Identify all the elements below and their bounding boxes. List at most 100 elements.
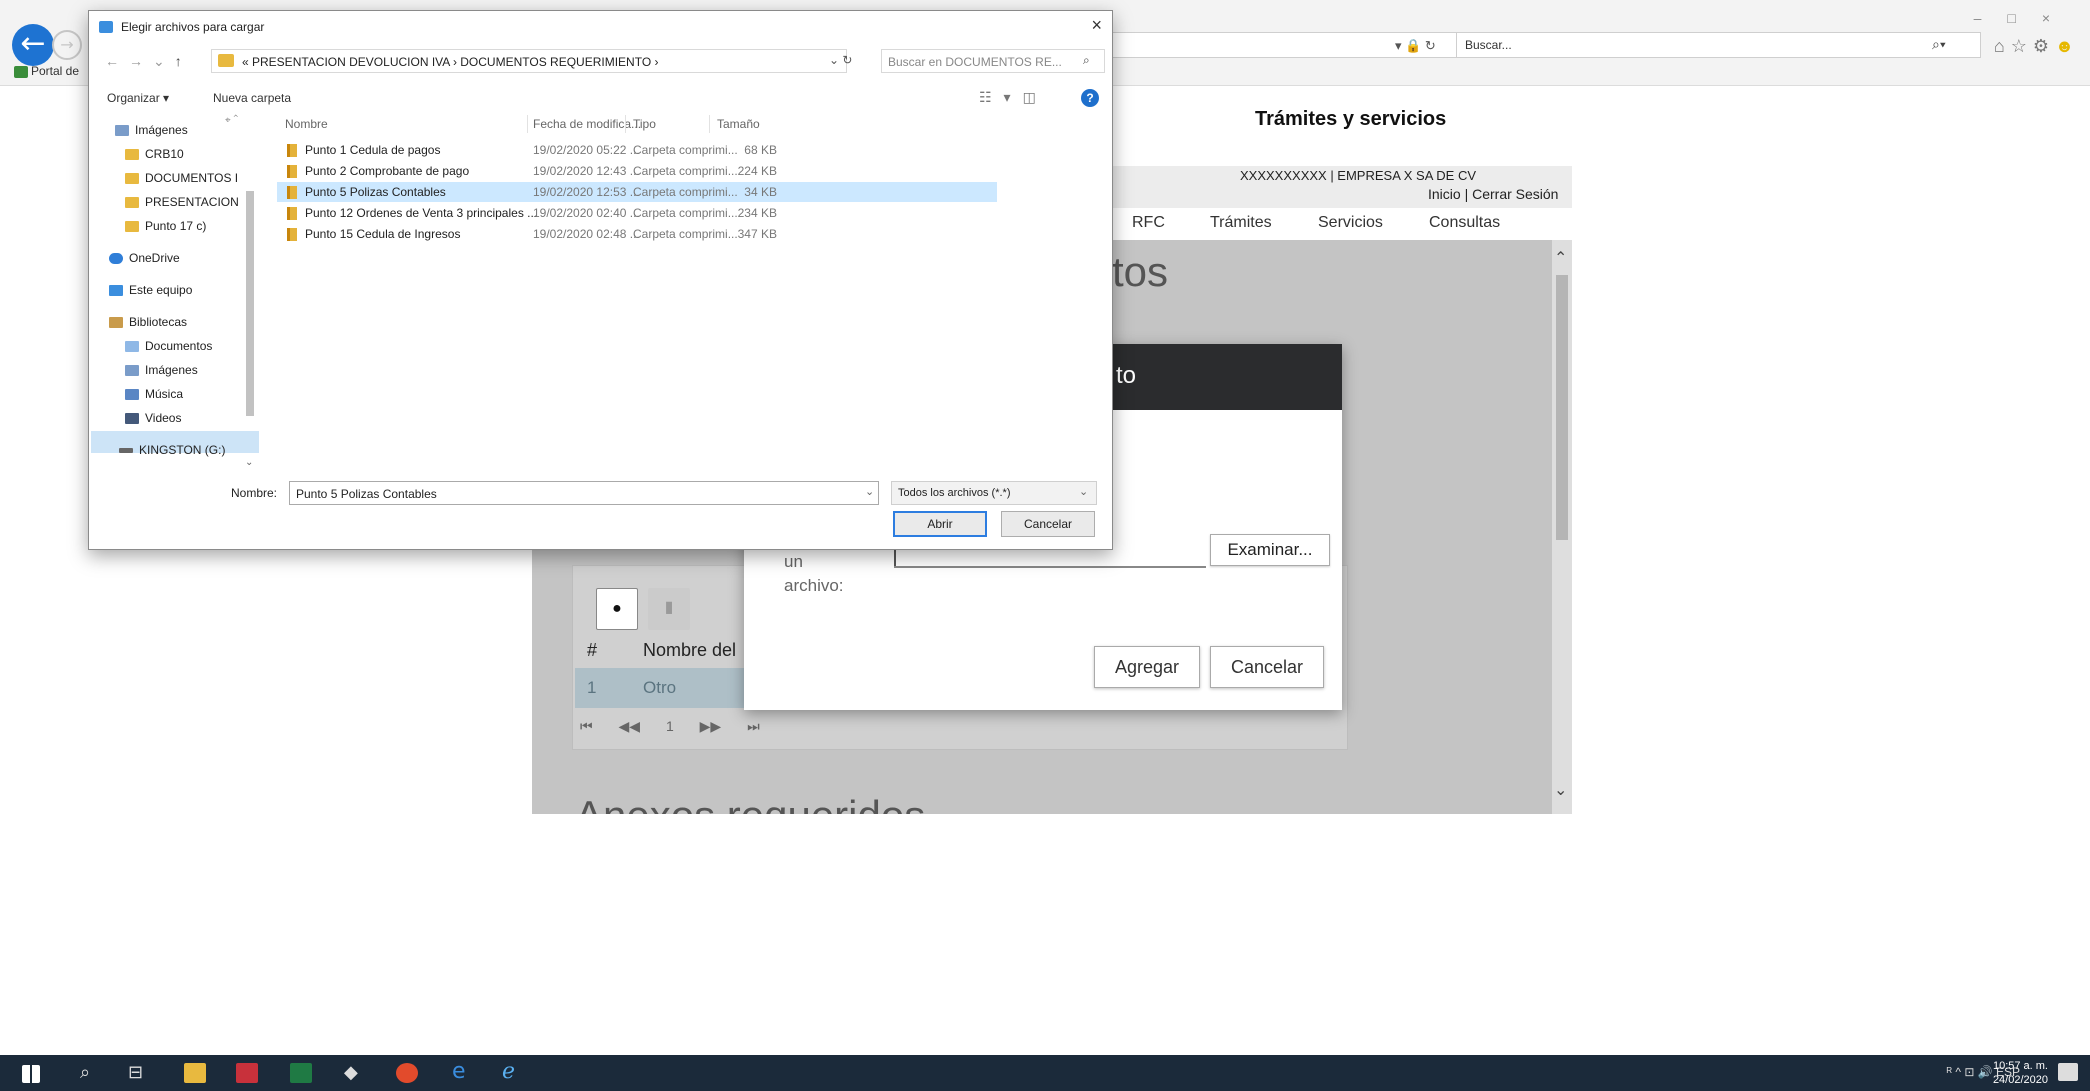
navigation-pane: Imágenes CRB10 DOCUMENTOS I PRESENTACION Pun… bbox=[89, 113, 259, 473]
dialog-up-icon[interactable]: ↑ bbox=[175, 53, 192, 69]
page-scrollbar-thumb[interactable] bbox=[1556, 275, 1568, 540]
browse-button[interactable]: Examinar... bbox=[1210, 534, 1330, 566]
file-date: 19/02/2020 12:53 ... bbox=[533, 185, 640, 199]
page-heading: Trámites y servicios bbox=[1255, 108, 1447, 130]
nav-pane-item[interactable]: Bibliotecas bbox=[109, 315, 187, 329]
nav-pane-item[interactable]: Este equipo bbox=[109, 283, 192, 297]
nav-pane-item-label: Punto 17 c) bbox=[145, 219, 207, 233]
nav-pane-item[interactable]: CRB10 bbox=[125, 147, 184, 161]
add-attachment-button[interactable]: ● bbox=[596, 588, 638, 630]
scroll-down-icon[interactable]: ⌄ bbox=[1554, 780, 1567, 800]
search-go-icon[interactable]: ⌕▾ bbox=[1932, 36, 1946, 53]
nav-scrollbar-thumb[interactable] bbox=[246, 191, 254, 416]
forward-button[interactable]: → bbox=[52, 30, 82, 60]
start-icon[interactable] bbox=[22, 1065, 40, 1083]
browser-tab[interactable]: Portal de bbox=[14, 64, 94, 84]
delete-attachment-button[interactable]: ▮ bbox=[648, 588, 690, 630]
window-controls[interactable]: –□× bbox=[1974, 10, 2076, 26]
add-button[interactable]: Agregar bbox=[1094, 646, 1200, 688]
pager-page[interactable]: 1 bbox=[666, 718, 674, 734]
file-input[interactable] bbox=[894, 566, 1206, 568]
nav-pane-item[interactable]: OneDrive bbox=[109, 251, 180, 265]
file-row[interactable]: Punto 12 Ordenes de Venta 3 principales … bbox=[277, 203, 997, 223]
file-row[interactable]: Punto 2 Comprobante de pago 19/02/2020 12… bbox=[277, 161, 997, 181]
file-row[interactable]: Punto 1 Cedula de pagos 19/02/2020 05:22 … bbox=[277, 140, 997, 160]
powerpoint-icon[interactable] bbox=[236, 1063, 258, 1083]
dialog-recent-icon[interactable]: ⌄ bbox=[153, 53, 175, 69]
app-icon[interactable]: ◆ bbox=[344, 1062, 358, 1083]
nav-pane-item[interactable]: DOCUMENTOS I bbox=[125, 171, 238, 185]
notification-icon[interactable] bbox=[2058, 1063, 2078, 1081]
file-date: 19/02/2020 02:40 ... bbox=[533, 206, 640, 220]
nav-pane-item[interactable]: Documentos bbox=[125, 339, 212, 353]
nav-pane-item[interactable]: Imágenes bbox=[125, 363, 198, 377]
edge-icon[interactable]: e bbox=[452, 1059, 466, 1084]
nav-pane-item[interactable]: Punto 17 c) bbox=[125, 219, 206, 233]
lib-icon bbox=[109, 317, 123, 329]
zip-folder-icon bbox=[287, 228, 297, 241]
address-controls[interactable]: ▾ 🔒 ↻ bbox=[1395, 38, 1436, 54]
back-button[interactable]: ← bbox=[12, 24, 54, 66]
dialog-cancel-button[interactable]: Cancelar bbox=[1001, 511, 1095, 537]
clock[interactable]: 10:57 a. m. 24/02/2020 bbox=[1993, 1059, 2048, 1087]
file-type-filter[interactable]: Todos los archivos (*.*) bbox=[891, 481, 1097, 505]
filter-dropdown-icon[interactable]: ⌄ bbox=[1079, 485, 1088, 498]
nav-scroll-down-icon[interactable]: ⌄ bbox=[245, 457, 253, 468]
dialog-back-icon[interactable]: ← bbox=[105, 53, 129, 69]
favorites-star-icon[interactable]: ☆ bbox=[2011, 36, 2033, 56]
folder-icon bbox=[125, 149, 139, 161]
feedback-smiley-icon[interactable]: ☻ bbox=[2055, 36, 2080, 56]
help-icon[interactable]: ? bbox=[1081, 89, 1099, 107]
table-row[interactable]: 1 Otro bbox=[575, 668, 745, 708]
nav-pane-item[interactable]: Música bbox=[125, 387, 183, 401]
new-folder-button[interactable]: Nueva carpeta bbox=[213, 91, 291, 105]
dialog-forward-icon[interactable]: → bbox=[129, 53, 153, 69]
organize-menu[interactable]: Organizar ▾ bbox=[107, 91, 169, 105]
nav-pane-item[interactable]: KINGSTON (G:) bbox=[119, 443, 225, 457]
filename-input[interactable]: Punto 5 Polizas Contables bbox=[289, 481, 879, 505]
view-options-icon[interactable]: ☷▾◫ bbox=[979, 89, 1048, 106]
dialog-path-text: « PRESENTACION DEVOLUCION IVA › DOCUMENT… bbox=[242, 55, 659, 69]
nav-pane-item[interactable]: PRESENTACION bbox=[125, 195, 239, 209]
column-separator bbox=[709, 115, 710, 133]
session-links[interactable]: Inicio | Cerrar Sesión bbox=[1428, 186, 1558, 202]
filename-dropdown-icon[interactable]: ⌄ bbox=[865, 485, 874, 498]
file-row[interactable]: Punto 15 Cedula de Ingresos 19/02/2020 02… bbox=[277, 224, 997, 244]
path-refresh-icon[interactable]: ⌄ ↻ bbox=[829, 53, 852, 67]
modal-cancel-button[interactable]: Cancelar bbox=[1210, 646, 1324, 688]
nav-tramites[interactable]: Trámites bbox=[1210, 214, 1272, 232]
dialog-toolbar: Organizar ▾ Nueva carpeta ☷▾◫ ? bbox=[89, 83, 1112, 113]
close-icon[interactable]: × bbox=[1091, 15, 1102, 36]
excel-icon[interactable] bbox=[290, 1063, 312, 1083]
nav-rfc[interactable]: RFC bbox=[1132, 214, 1165, 232]
file-name: Punto 15 Cedula de Ingresos bbox=[305, 227, 461, 241]
file-explorer-icon[interactable] bbox=[184, 1063, 206, 1083]
pager-next[interactable]: ▶▶ bbox=[700, 718, 722, 734]
settings-gear-icon[interactable]: ⚙ bbox=[2033, 36, 2055, 56]
nav-pane-item[interactable]: Videos bbox=[125, 411, 181, 425]
scroll-up-icon[interactable]: ⌃ bbox=[1554, 248, 1567, 268]
browser-search-input[interactable]: Buscar... bbox=[1456, 32, 1981, 58]
browser-icons[interactable]: ⌂☆⚙☻ bbox=[1994, 36, 2080, 57]
dialog-search-input[interactable]: Buscar en DOCUMENTOS RE... bbox=[881, 49, 1105, 73]
open-button[interactable]: Abrir bbox=[893, 511, 987, 537]
chrome-icon[interactable] bbox=[396, 1063, 418, 1083]
zip-folder-icon bbox=[287, 186, 297, 199]
col-header-tamano[interactable]: Tamaño bbox=[717, 117, 760, 131]
nav-pane-item[interactable]: Imágenes bbox=[115, 123, 188, 137]
pager-prev[interactable]: ◀◀ bbox=[619, 718, 641, 734]
nav-servicios[interactable]: Servicios bbox=[1318, 214, 1383, 232]
home-icon[interactable]: ⌂ bbox=[1994, 36, 2011, 56]
pager-first[interactable]: ⏮ bbox=[580, 718, 593, 734]
task-view-icon[interactable]: ⊟ bbox=[128, 1062, 143, 1083]
col-header-tipo[interactable]: Tipo bbox=[633, 117, 656, 131]
internet-explorer-icon[interactable]: ℯ bbox=[502, 1059, 515, 1084]
folder-icon bbox=[125, 173, 139, 185]
nav-consultas[interactable]: Consultas bbox=[1429, 214, 1500, 232]
dialog-path-bar[interactable]: « PRESENTACION DEVOLUCION IVA › DOCUMENT… bbox=[211, 49, 847, 73]
search-icon[interactable]: ⌕ bbox=[80, 1062, 90, 1083]
pager-last[interactable]: ⏭ bbox=[747, 718, 760, 734]
col-header-nombre[interactable]: Nombre bbox=[285, 117, 328, 131]
file-row[interactable]: Punto 5 Polizas Contables 19/02/2020 12:5… bbox=[277, 182, 997, 202]
nav-pane-item-label: KINGSTON (G:) bbox=[139, 443, 226, 457]
